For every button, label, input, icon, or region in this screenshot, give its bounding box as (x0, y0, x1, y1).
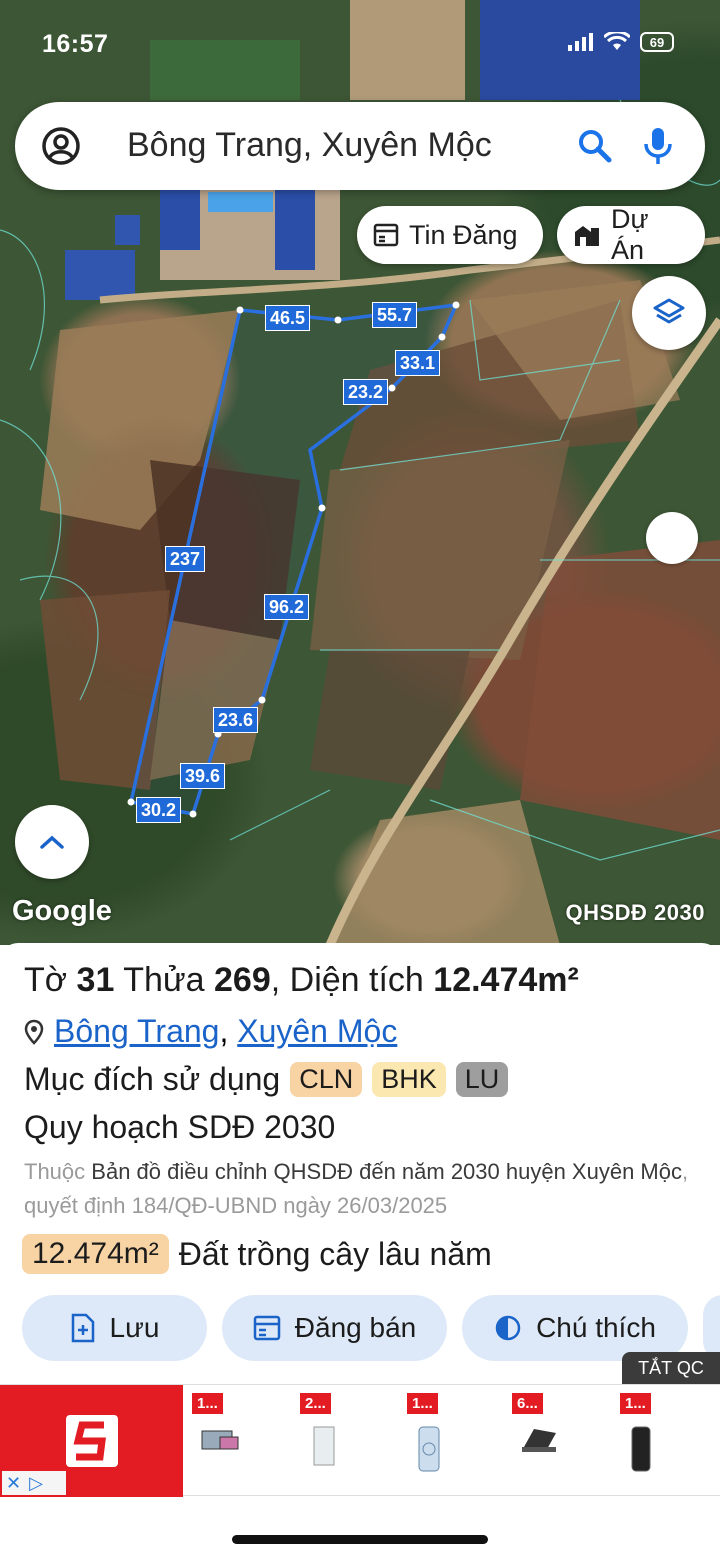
layers-button[interactable] (632, 276, 706, 350)
segment-length-label: 39.6 (180, 763, 226, 789)
phone-icon (631, 1426, 651, 1472)
listings-chip[interactable]: Tin Đăng (357, 206, 543, 264)
signal-icon (568, 33, 593, 51)
plan-title: Quy hoạch SDĐ 2030 (24, 1109, 336, 1145)
expand-panel-button[interactable] (15, 805, 89, 879)
tag-bhk[interactable]: BHK (372, 1062, 446, 1097)
layers-icon (653, 298, 685, 324)
listing-icon (373, 223, 399, 247)
parcel-title: Tờ 31 Thửa 269, Diện tích 12.474m² (24, 961, 579, 1000)
save-button-label: Lưu (109, 1312, 160, 1343)
projects-chip[interactable]: Dự Án (557, 204, 705, 265)
legend-button-label: Chú thích (536, 1312, 656, 1343)
ad-choices-icon[interactable]: ▷ (29, 1473, 43, 1494)
ad-product-item[interactable]: 1... (192, 1393, 252, 1483)
tag-lu[interactable]: LU (455, 1062, 509, 1097)
separator: , (219, 1013, 229, 1049)
post-button-label: Đăng bán (294, 1312, 417, 1343)
projects-chip-label: Dự Án (610, 204, 649, 265)
segment-length-label: 55.7 (372, 302, 418, 328)
phone-case-icon (418, 1426, 440, 1472)
product-price: 6... (512, 1393, 543, 1414)
segment-length-label: 46.5 (265, 305, 311, 331)
close-ad-button[interactable]: TẮT QC (622, 1352, 720, 1384)
product-price: 1... (620, 1393, 651, 1414)
brand-logo-icon (65, 1415, 118, 1467)
area-badge: 12.474m² (22, 1234, 169, 1274)
product-price: 1... (192, 1393, 223, 1414)
account-icon[interactable] (41, 126, 81, 166)
ad-product-item[interactable]: 1... (620, 1393, 680, 1483)
post-for-sale-button[interactable]: Đăng bán (222, 1295, 447, 1361)
purpose-label: Mục đích sử dụng (24, 1061, 281, 1097)
search-icon[interactable] (577, 128, 613, 164)
ad-product-item[interactable]: 1... (407, 1393, 467, 1483)
plot-label: Thửa (123, 961, 205, 999)
battery-icon: 69 (640, 32, 674, 52)
land-type: Đất trồng cây lâu năm (178, 1235, 492, 1272)
product-price: 1... (407, 1393, 438, 1414)
desc-prefix: Thuộc (24, 1159, 86, 1184)
sheet-label: Tờ (24, 961, 68, 999)
district-link[interactable]: Xuyên Mộc (237, 1013, 397, 1049)
add-file-icon (71, 1313, 94, 1343)
status-icons: 69 (568, 32, 674, 52)
chevron-up-icon (40, 835, 64, 849)
home-indicator[interactable] (232, 1535, 488, 1544)
tag-cln[interactable]: CLN (290, 1062, 363, 1097)
product-price: 2... (300, 1393, 331, 1414)
ad-product-item[interactable]: 2... (300, 1393, 360, 1483)
map-view[interactable]: 46.5 55.7 33.1 23.2 237 96.2 23.6 39.6 3… (0, 0, 720, 945)
close-icon[interactable]: ✕ (6, 1473, 21, 1494)
sheet-number: 31 (76, 961, 115, 999)
tablet-icon (201, 1430, 239, 1450)
ad-banner[interactable]: 1... 2... 1... 6... 1... ✕ ▷ (0, 1384, 720, 1497)
plan-description: Thuộc Bản đồ điều chỉnh QHSDĐ đến năm 20… (24, 1155, 704, 1223)
status-time: 16:57 (42, 30, 109, 58)
segment-length-label: 237 (165, 546, 206, 572)
parcel-info-panel: Tờ 31 Thửa 269, Diện tích 12.474m² Bông … (0, 943, 720, 1388)
screen-protector-icon (313, 1426, 335, 1466)
contrast-icon (495, 1315, 521, 1341)
building-icon (574, 226, 599, 246)
segment-length-label: 30.2 (136, 797, 182, 823)
plan-map-name: Bản đồ điều chỉnh QHSDĐ đến năm 2030 huy… (91, 1159, 682, 1184)
area-label: , Diện tích (270, 961, 424, 999)
ad-product-item[interactable]: 6... (512, 1393, 572, 1483)
google-logo: Google (12, 895, 112, 927)
ad-choices[interactable]: ✕ ▷ (2, 1471, 66, 1495)
listings-chip-label: Tin Đăng (409, 219, 518, 250)
segment-length-label: 33.1 (395, 350, 441, 376)
commune-link[interactable]: Bông Trang (54, 1013, 219, 1049)
segment-length-label: 23.2 (343, 379, 389, 405)
microphone-icon[interactable] (643, 126, 673, 166)
plot-number: 269 (214, 961, 271, 999)
land-type-row: 12.474m² Đất trồng cây lâu năm (22, 1234, 492, 1274)
save-button[interactable]: Lưu (22, 1295, 207, 1361)
parcel-location: Bông Trang, Xuyên Mộc (24, 1013, 397, 1050)
location-pin-icon (24, 1019, 44, 1045)
wifi-icon (604, 32, 630, 50)
map-layer-name: QHSDĐ 2030 (565, 900, 705, 925)
keyboard-case-icon (522, 1429, 556, 1452)
parcel-area: 12.474m² (433, 961, 579, 999)
map-scroll-handle[interactable] (646, 512, 698, 564)
segment-length-label: 23.6 (213, 707, 259, 733)
land-use-purpose: Mục đích sử dụng CLN BHK LU (24, 1061, 509, 1098)
search-bar[interactable]: Bông Trang, Xuyên Mộc (15, 102, 705, 190)
segment-length-label: 96.2 (264, 594, 310, 620)
listing-icon (253, 1315, 281, 1341)
search-input[interactable]: Bông Trang, Xuyên Mộc (127, 126, 492, 165)
